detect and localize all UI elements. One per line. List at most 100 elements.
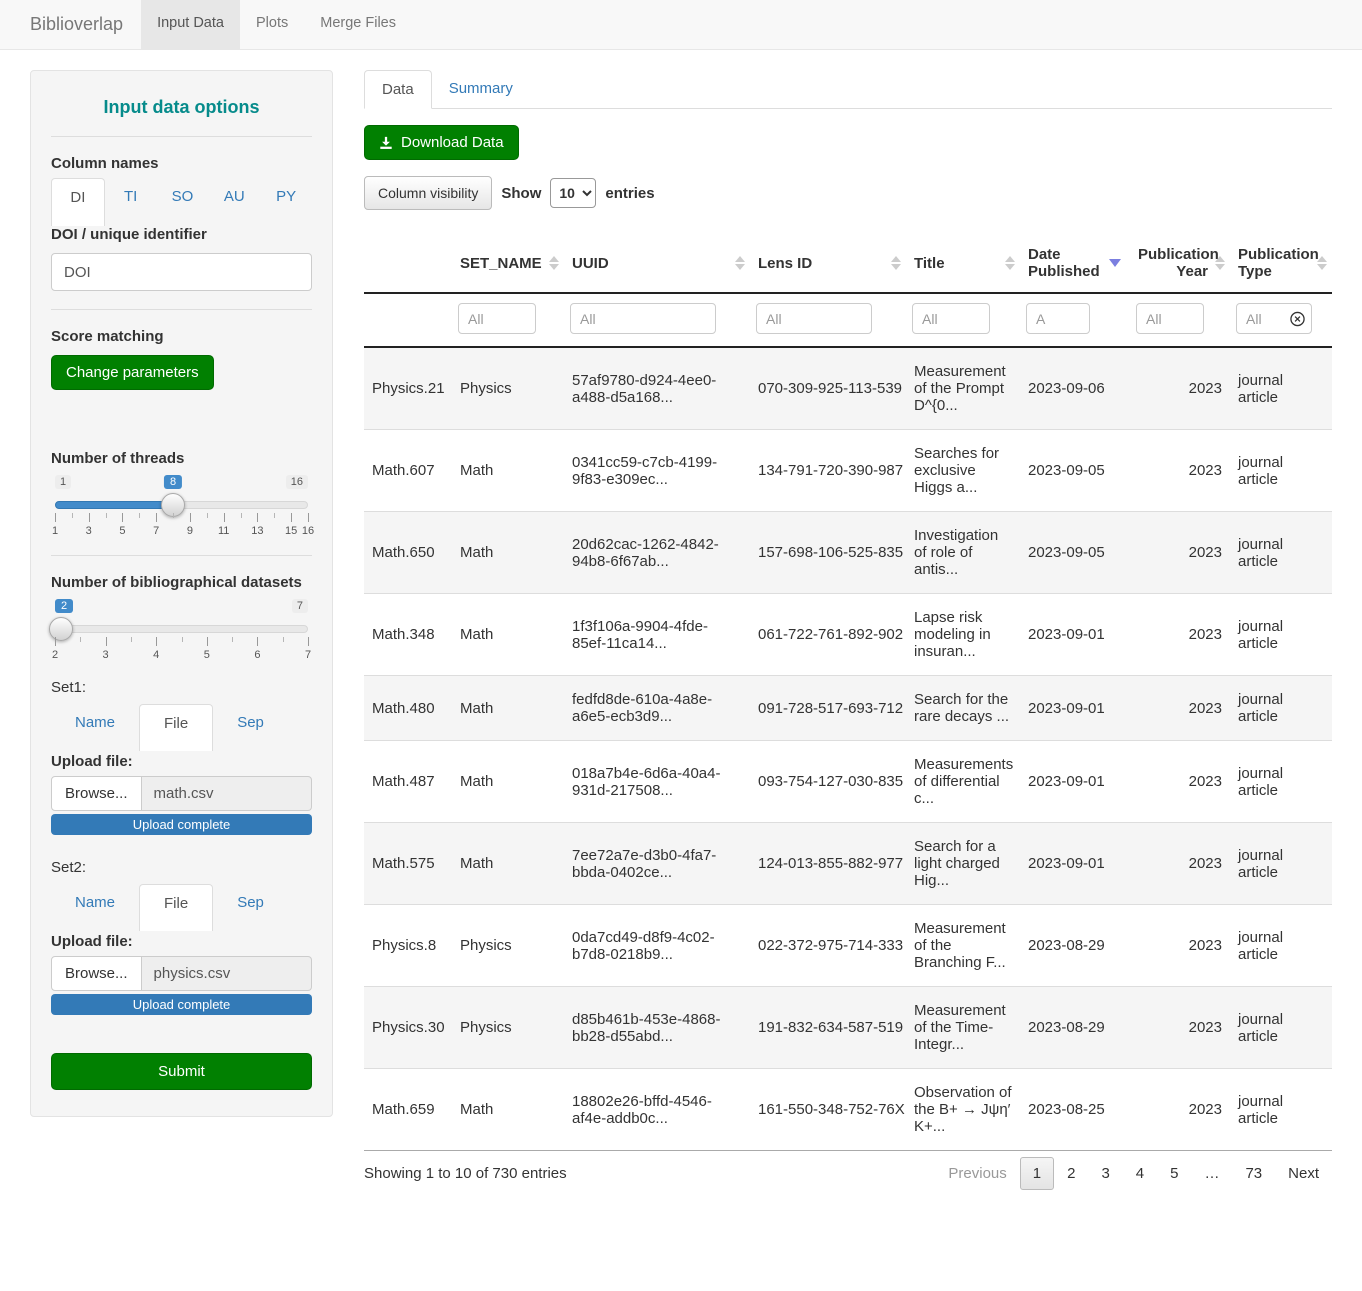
tab-data[interactable]: Data (364, 70, 432, 109)
row-id-cell: Physics.21 (364, 347, 452, 430)
set2-tab-file[interactable]: File (139, 884, 213, 931)
set1-upload-progress: Upload complete (51, 814, 312, 835)
datasets-slider[interactable]: 7 2 234567 (55, 625, 308, 635)
set1-browse-button[interactable]: Browse... (51, 776, 142, 811)
row-id-cell: Math.348 (364, 594, 452, 676)
page-button-3[interactable]: 3 (1088, 1158, 1122, 1189)
col-header-date-published[interactable]: Date Published (1020, 234, 1130, 293)
col-header-title[interactable]: Title (906, 234, 1020, 293)
set2-file-input: Browse... physics.csv (51, 956, 312, 991)
col-header-publication-type[interactable]: Publication Type (1230, 234, 1332, 293)
filter-publication-year[interactable] (1136, 303, 1204, 334)
date-published-cell: 2023-08-29 (1020, 905, 1130, 987)
page-button-4[interactable]: 4 (1123, 1158, 1157, 1189)
data-table: SET_NAME UUID Lens ID Title Date Publish… (364, 234, 1332, 1151)
nav-tab-merge-files[interactable]: Merge Files (304, 0, 412, 49)
set1-upload-label: Upload file: (51, 753, 312, 770)
publication-year-cell: 2023 (1130, 987, 1230, 1069)
previous-page-button[interactable]: Previous (935, 1158, 1019, 1189)
tab-py[interactable]: PY (260, 178, 312, 218)
tab-so[interactable]: SO (157, 178, 209, 218)
filter-date-published[interactable] (1026, 303, 1090, 334)
clear-filter-icon[interactable] (1290, 311, 1305, 326)
threads-slider[interactable]: 1 16 8 1357911131516 (55, 501, 308, 511)
change-parameters-button[interactable]: Change parameters (51, 355, 214, 390)
publication-type-cell: journal article (1230, 430, 1332, 512)
col-header-uuid[interactable]: UUID (564, 234, 750, 293)
set2-tab-name[interactable]: Name (51, 884, 139, 923)
slider-min-badge: 1 (55, 475, 71, 489)
input-options-panel: Input data options Column names DI TI SO… (30, 70, 333, 1117)
column-visibility-button[interactable]: Column visibility (364, 176, 492, 210)
page-button-1[interactable]: 1 (1020, 1157, 1054, 1190)
tab-ti[interactable]: TI (105, 178, 157, 218)
col-header-set-name[interactable]: SET_NAME (452, 234, 564, 293)
set2-upload-label: Upload file: (51, 933, 312, 950)
filter-set-name[interactable] (458, 303, 536, 334)
page-button-5[interactable]: 5 (1157, 1158, 1191, 1189)
page-button-2[interactable]: 2 (1054, 1158, 1088, 1189)
score-matching-label: Score matching (51, 328, 312, 345)
nav-tab-plots[interactable]: Plots (240, 0, 304, 49)
uuid-cell: d85b461b-453e-4868-bb28-d55abd... (564, 987, 750, 1069)
lens-id-cell: 157-698-106-525-835 (750, 512, 906, 594)
download-icon (379, 136, 393, 150)
title-cell: Measurement of the Branching F... (906, 905, 1020, 987)
publication-type-cell: journal article (1230, 1069, 1332, 1151)
title-cell: Lapse risk modeling in insuran... (906, 594, 1020, 676)
lens-id-cell: 022-372-975-714-333 (750, 905, 906, 987)
app-brand: Biblioverlap (0, 0, 141, 49)
publication-type-cell: journal article (1230, 987, 1332, 1069)
sort-descending-icon (1109, 259, 1121, 267)
set-name-cell: Physics (452, 347, 564, 430)
submit-button[interactable]: Submit (51, 1053, 312, 1090)
sort-both-icon (735, 256, 745, 270)
set1-tab-sep[interactable]: Sep (213, 704, 288, 743)
title-cell: Investigation of role of antis... (906, 512, 1020, 594)
set2-tab-sep[interactable]: Sep (213, 884, 288, 923)
slider-fill-bar (55, 501, 173, 509)
sort-both-icon (1005, 256, 1015, 270)
table-row: Physics.21 Physics 57af9780-d924-4ee0-a4… (364, 347, 1332, 430)
download-data-button[interactable]: Download Data (364, 125, 519, 160)
table-row: Math.650 Math 20d62cac-1262-4842-94b8-6f… (364, 512, 1332, 594)
col-header-publication-year[interactable]: Publication Year (1130, 234, 1230, 293)
lens-id-cell: 093-754-127-030-835 (750, 741, 906, 823)
tab-summary[interactable]: Summary (432, 70, 530, 109)
tab-di[interactable]: DI (51, 178, 105, 226)
sort-both-icon (891, 256, 901, 270)
next-page-button[interactable]: Next (1275, 1158, 1332, 1189)
set1-file-input: Browse... math.csv (51, 776, 312, 811)
filter-lens-id[interactable] (756, 303, 872, 334)
page-size-select[interactable]: 10 (550, 178, 596, 208)
publication-year-cell: 2023 (1130, 512, 1230, 594)
slider-track[interactable] (55, 625, 308, 633)
page-button-73[interactable]: 73 (1232, 1158, 1275, 1189)
nav-tab-input-data[interactable]: Input Data (141, 0, 240, 49)
title-cell: Searches for exclusive Higgs a... (906, 430, 1020, 512)
row-id-cell: Math.607 (364, 430, 452, 512)
entries-label: entries (605, 185, 654, 202)
publication-type-cell: journal article (1230, 905, 1332, 987)
filter-title[interactable] (912, 303, 990, 334)
lens-id-cell: 091-728-517-693-712 (750, 676, 906, 741)
set-name-cell: Math (452, 741, 564, 823)
set2-upload-progress: Upload complete (51, 994, 312, 1015)
filter-uuid[interactable] (570, 303, 716, 334)
col-header-lens-id[interactable]: Lens ID (750, 234, 906, 293)
set2-browse-button[interactable]: Browse... (51, 956, 142, 991)
publication-type-cell: journal article (1230, 676, 1332, 741)
set1-tab-file[interactable]: File (139, 704, 213, 751)
publication-type-cell: journal article (1230, 347, 1332, 430)
tab-au[interactable]: AU (208, 178, 260, 218)
set1-tab-name[interactable]: Name (51, 704, 139, 743)
set-name-cell: Physics (452, 905, 564, 987)
title-cell: Measurement of the Prompt D^{0... (906, 347, 1020, 430)
doi-input[interactable] (51, 253, 312, 291)
pagination-ellipsis: … (1191, 1158, 1232, 1189)
title-cell: Measurements of differential c... (906, 741, 1020, 823)
publication-year-cell: 2023 (1130, 347, 1230, 430)
threads-label: Number of threads (51, 450, 312, 467)
publication-year-cell: 2023 (1130, 823, 1230, 905)
slider-grid: 1357911131516 (55, 513, 308, 543)
